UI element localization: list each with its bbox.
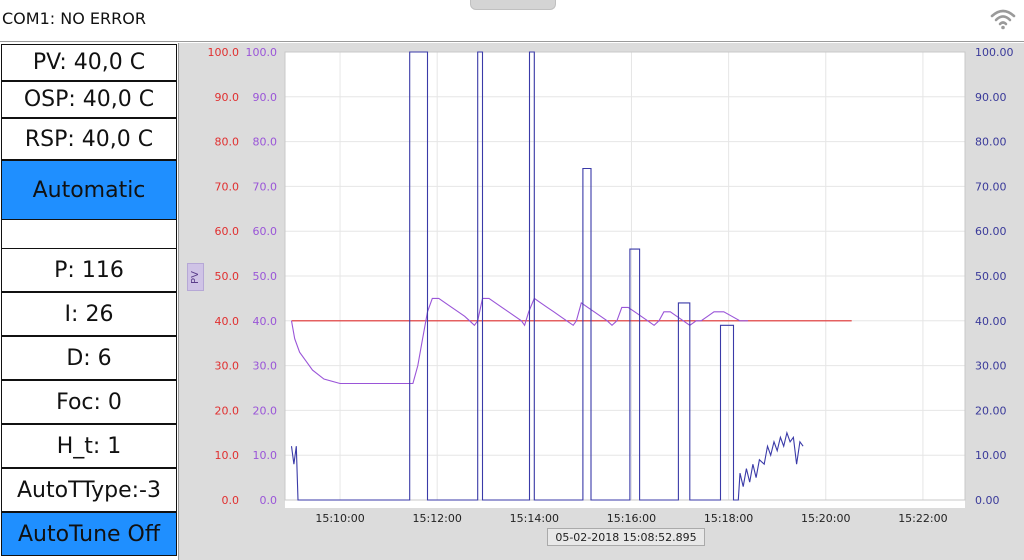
y-tick-right: 20.00 [975, 404, 1007, 417]
foc-value: Foc: 0 [1, 380, 177, 424]
d-value: D: 6 [1, 336, 177, 380]
drawer-handle[interactable] [470, 0, 556, 10]
y-tick-left-purple: 10.0 [253, 449, 278, 462]
x-tick-label: 15:10:00 [315, 512, 364, 525]
y-tick-left-purple: 50.0 [253, 270, 278, 283]
y-tick-right: 50.00 [975, 270, 1007, 283]
y-tick-left-purple: 100.0 [246, 46, 278, 59]
y-tick-left-red: 100.0 [208, 46, 240, 59]
cursor-timestamp: 05-02-2018 15:08:52.895 [547, 528, 705, 546]
y-tick-left-red: 80.0 [215, 136, 240, 149]
y-tick-left-red: 20.0 [215, 404, 240, 417]
x-tick-label: 15:20:00 [801, 512, 850, 525]
pv-line [290, 297, 748, 385]
x-tick-label: 15:14:00 [510, 512, 559, 525]
y-tick-right: 80.00 [975, 136, 1007, 149]
y-tick-left-red: 0.0 [222, 494, 240, 507]
left-panel: PV: 40,0 C OSP: 40,0 C RSP: 40,0 C Autom… [0, 43, 178, 560]
pv-readout: PV: 40,0 C [1, 44, 177, 81]
x-tick-label: 15:22:00 [898, 512, 947, 525]
y-tick-right: 70.00 [975, 180, 1007, 193]
y-tick-left-purple: 0.0 [260, 494, 278, 507]
automatic-button[interactable]: Automatic [1, 160, 177, 220]
y-tick-left-red: 50.0 [215, 270, 240, 283]
x-tick-label: 15:12:00 [412, 512, 461, 525]
autotune-button[interactable]: AutoTune Off [1, 512, 177, 556]
y-tick-left-red: 30.0 [215, 360, 240, 373]
y-tick-left-red: 90.0 [215, 91, 240, 104]
y-tick-left-purple: 80.0 [253, 136, 278, 149]
trend-chart-svg: 0.0 0.0 0.00 10.0 10.0 10.00 20.0 20.0 20.00 30.0… [208, 46, 1014, 525]
y-tick-left-purple: 60.0 [253, 225, 278, 238]
y-tick-left-red: 40.0 [215, 315, 240, 328]
y-tick-right: 60.00 [975, 225, 1007, 238]
y-tick-left-purple: 20.0 [253, 404, 278, 417]
y-tick-right: 0.00 [975, 494, 1000, 507]
trend-chart[interactable]: 0.0 0.0 0.00 10.0 10.0 10.00 20.0 20.0 20.00 30.0… [178, 43, 1024, 560]
wifi-icon [990, 9, 1016, 30]
p-value: P: 116 [1, 248, 177, 292]
y-tick-right: 30.00 [975, 360, 1007, 373]
y-tick-left-red: 10.0 [215, 449, 240, 462]
y-tick-left-red: 60.0 [215, 225, 240, 238]
y-tick-left-purple: 90.0 [253, 91, 278, 104]
y-tick-right: 10.00 [975, 449, 1007, 462]
h-t-value: H_t: 1 [1, 424, 177, 468]
x-tick-label: 15:18:00 [704, 512, 753, 525]
x-tick-label: 15:16:00 [607, 512, 656, 525]
osp-readout: OSP: 40,0 C [1, 81, 177, 118]
rsp-readout: RSP: 40,0 C [1, 118, 177, 160]
y-tick-right: 40.00 [975, 315, 1007, 328]
panel-spacer [1, 220, 177, 248]
y-tick-left-purple: 70.0 [253, 180, 278, 193]
autottype-value: AutoTType:-3 [1, 468, 177, 512]
y-tick-left-purple: 40.0 [253, 315, 278, 328]
y-tick-left-red: 70.0 [215, 180, 240, 193]
y-tick-right: 100.00 [975, 46, 1014, 59]
pv-axis-tag[interactable]: PV [187, 263, 204, 291]
i-value: I: 26 [1, 292, 177, 336]
com-status-text: COM1: NO ERROR [2, 9, 146, 28]
top-bar: COM1: NO ERROR [0, 0, 1024, 42]
y-tick-right: 90.00 [975, 91, 1007, 104]
y-tick-left-purple: 30.0 [253, 360, 278, 373]
